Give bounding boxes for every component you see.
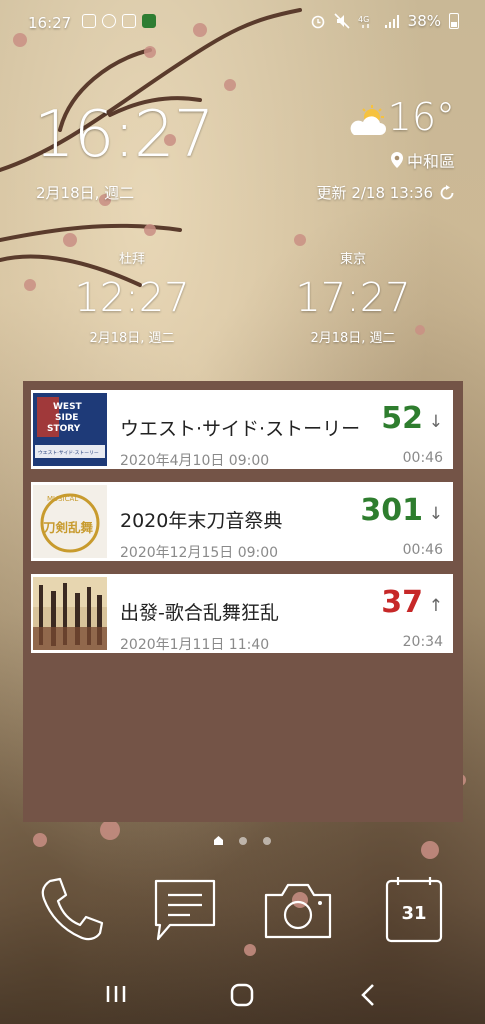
world-clock-city: 東京 (339, 252, 366, 267)
mute-icon (334, 13, 350, 29)
recent-apps-button[interactable] (104, 982, 128, 1006)
phone-icon[interactable] (36, 875, 106, 945)
update-text: 更新 2/18 13:36 (316, 184, 433, 202)
countdown-card[interactable]: MUSICAL 刀剣乱舞 2020年末刀音祭典 2020年12月15日 09:0… (31, 482, 453, 561)
camera-icon[interactable] (262, 875, 334, 945)
countdown-count: 301 (360, 493, 423, 528)
line-icon (102, 14, 116, 28)
signal-icon (384, 15, 399, 28)
battery-text: 38% (407, 12, 441, 30)
status-time: 16:27 (28, 14, 72, 32)
world-clock-city: 杜拜 (118, 252, 145, 267)
home-page-icon[interactable] (214, 836, 223, 845)
world-clock-date: 2月18日, 週二 (310, 331, 396, 346)
weather-temperature[interactable]: 16° (388, 95, 455, 139)
battery-icon (449, 13, 459, 29)
world-clock-tokyo[interactable]: 東京 17:27 2月18日, 週二 (263, 248, 443, 346)
poster-line3: STORY (47, 424, 81, 434)
world-clock-dubai[interactable]: 杜拜 12:27 2月18日, 週二 (42, 248, 222, 346)
location-name: 中和區 (406, 152, 455, 171)
poster-logo: 刀剣乱舞 (43, 520, 94, 535)
countdown-title: 2020年末刀音祭典 (120, 510, 283, 532)
countdown-card[interactable]: WEST SIDE STORY ウエスト·サイド·ストーリー ウエスト·サイド·… (31, 390, 453, 469)
page-dot[interactable] (263, 836, 271, 845)
world-clock-date: 2月18日, 週二 (89, 331, 175, 346)
poster-thumbnail: MUSICAL 刀剣乱舞 (33, 485, 107, 558)
countdown-datetime: 2020年12月15日 09:00 (120, 545, 279, 561)
navigation-bar (0, 968, 485, 1024)
app-icon (142, 14, 156, 28)
poster-line2: SIDE (55, 413, 78, 423)
back-button[interactable] (358, 982, 378, 1008)
countdown-widget: WEST SIDE STORY ウエスト·サイド·ストーリー ウエスト·サイド·… (23, 381, 463, 822)
countdown-elapsed: 00:46 (402, 542, 443, 558)
countdown-count: 37 (381, 585, 423, 620)
arrow-down-icon: ↓ (428, 504, 443, 524)
4g-icon: 4G (358, 15, 369, 28)
refresh-icon[interactable] (439, 184, 455, 201)
countdown-elapsed: 20:34 (402, 634, 443, 650)
gmail-icon (82, 14, 96, 28)
svg-text:4G: 4G (358, 15, 369, 24)
clock-time[interactable]: 16:27 (34, 98, 214, 172)
location-pin-icon (390, 152, 403, 168)
instagram-icon (122, 14, 136, 28)
weather-update[interactable]: 更新 2/18 13:36 (317, 182, 455, 203)
home-button[interactable] (229, 982, 255, 1008)
weather-location[interactable]: 中和區 (390, 148, 455, 172)
calendar-icon[interactable]: 31 (384, 875, 444, 945)
countdown-card[interactable]: 出發-歌合乱舞狂乱 2020年1月11日 11:40 37 ↑ 20:34 (31, 574, 453, 653)
world-clock-time: 12:27 (74, 275, 190, 321)
status-bar: 16:27 4G 38% (0, 0, 485, 44)
poster-line1: WEST (53, 402, 83, 412)
partly-cloudy-icon[interactable] (348, 105, 390, 137)
poster-thumbnail: WEST SIDE STORY ウエスト·サイド·ストーリー (33, 393, 107, 466)
arrow-up-icon: ↑ (428, 596, 443, 616)
countdown-title: 出發-歌合乱舞狂乱 (120, 602, 279, 624)
poster-caption: ウエスト·サイド·ストーリー (38, 449, 99, 456)
alarm-icon (311, 15, 324, 29)
page-dot[interactable] (239, 836, 247, 845)
countdown-title: ウエスト·サイド·ストーリー (120, 418, 361, 440)
countdown-datetime: 2020年4月10日 09:00 (120, 453, 270, 469)
poster-banner: MUSICAL (47, 495, 78, 503)
countdown-datetime: 2020年1月11日 11:40 (120, 637, 270, 653)
messages-icon[interactable] (150, 875, 220, 945)
world-clock-time: 17:27 (295, 275, 411, 321)
poster-thumbnail (33, 577, 107, 650)
countdown-count: 52 (381, 401, 423, 436)
calendar-day: 31 (401, 903, 427, 924)
page-indicator[interactable] (0, 836, 485, 845)
clock-date[interactable]: 2月18日, 週二 (36, 182, 134, 203)
arrow-down-icon: ↓ (428, 412, 443, 432)
countdown-elapsed: 00:46 (402, 450, 443, 466)
